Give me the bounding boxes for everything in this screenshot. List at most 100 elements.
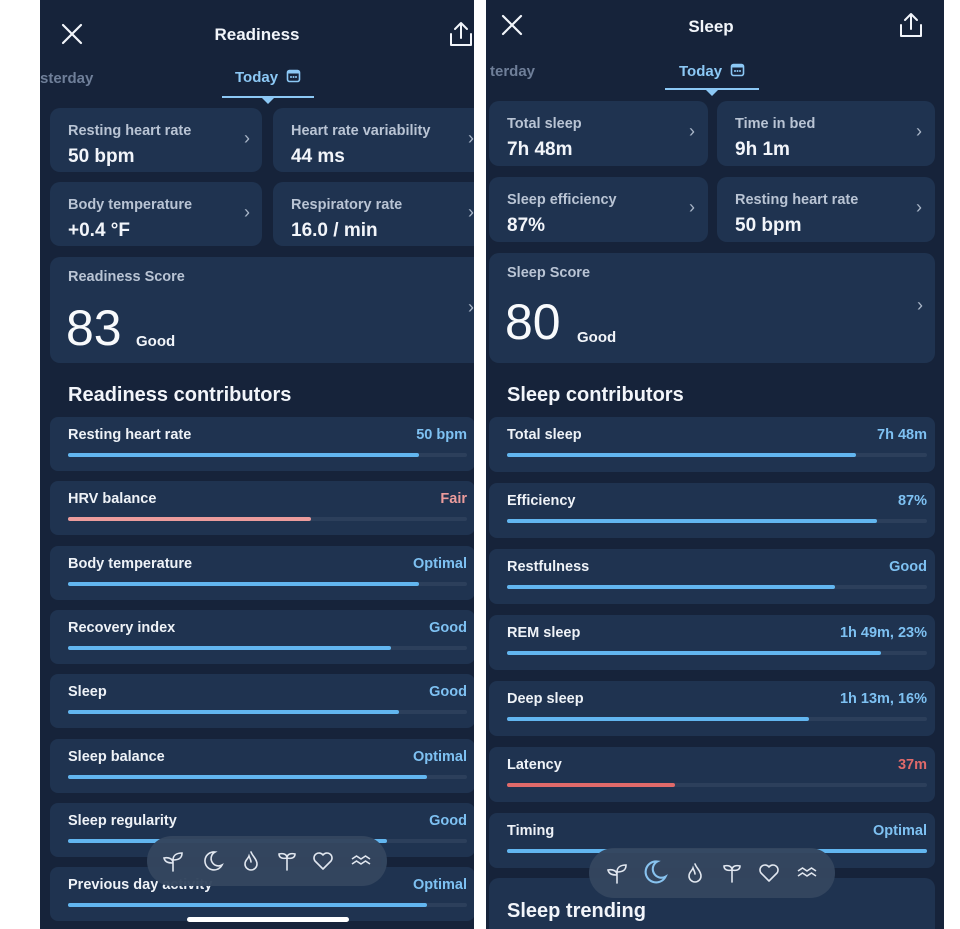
nav-activity[interactable] [239,849,263,878]
contributor-status: 50 bpm [416,427,467,443]
share-button[interactable] [448,20,474,48]
nav-readiness[interactable] [161,849,185,878]
contributor-row[interactable]: Sleep balance Optimal [50,738,474,793]
metric-card-hrv[interactable]: Heart rate variability 44 ms › [273,108,474,172]
waves-icon [351,855,371,865]
metric-label: Resting heart rate [68,123,192,139]
contributor-status: Good [429,812,467,829]
nav-stress[interactable] [349,849,373,878]
contributor-row[interactable]: Deep sleep 1h 13m, 16% [489,681,935,736]
contributor-progress-fill [507,717,810,721]
home-indicator[interactable] [187,917,349,922]
contributor-status: 1h 49m, 23% [839,625,927,641]
waves-icon [797,867,817,877]
metric-label: Respiratory rate [291,197,403,213]
close-icon [501,14,523,36]
tab-yesterday[interactable]: sterday [40,70,93,87]
metric-label: Sleep efficiency [507,192,617,208]
nav-sleep[interactable] [201,849,225,878]
contributor-row[interactable]: REM sleep 1h 49m, 23% [489,615,935,670]
nav-resilience[interactable] [720,861,744,890]
contributor-status: 37m [897,757,927,773]
contributor-progress-track [68,645,467,650]
contributor-row[interactable]: Efficiency 87% [489,483,935,538]
contributor-row[interactable]: Sleep Good [50,674,474,729]
contributor-row[interactable]: Restfulness Good [489,549,935,604]
metric-card-total-sleep[interactable]: Total sleep 7h 48m › [489,101,708,166]
tab-today[interactable]: Today [679,62,745,81]
chevron-right-icon: › [917,295,923,315]
contributor-row[interactable]: Total sleep 7h 48m [489,417,935,472]
sleep-trending-heading: Sleep trending [507,900,646,922]
contributor-progress-track [68,774,467,779]
contributor-progress-fill [507,453,856,457]
contributor-name: Deep sleep [507,691,584,707]
contributor-progress-fill [68,903,428,908]
chevron-right-icon: › [244,202,250,222]
metric-card-body-temperature[interactable]: Body temperature +0.4 °F › [50,182,262,246]
metric-card-time-in-bed[interactable]: Time in bed 9h 1m › [717,101,935,166]
readiness-score-card[interactable]: Readiness Score 83 Good › [50,257,474,363]
contributor-progress-fill [507,585,835,589]
sleep-screen: Sleep terday Today Total sleep 7h 48m › … [486,0,944,929]
sprout-icon [607,864,627,884]
metric-label: Heart rate variability [291,123,431,139]
nav-heart[interactable] [757,861,781,890]
nav-activity[interactable] [683,861,707,890]
contributor-progress-fill [68,645,392,650]
chevron-right-icon: › [244,128,250,148]
contributors-heading: Readiness contributors [68,384,292,406]
metric-value: 50 bpm [68,146,135,167]
sleep-score-card[interactable]: Sleep Score 80 Good › [489,253,935,363]
tab-today-label: Today [679,63,723,80]
chevron-right-icon: › [468,128,474,148]
moon-icon [204,851,224,871]
metric-card-sleep-efficiency[interactable]: Sleep efficiency 87% › [489,177,708,242]
nav-stress[interactable] [795,861,819,890]
flame-icon [244,851,258,871]
contributor-progress-track [507,783,927,787]
contributor-row[interactable]: Recovery index Good [50,609,474,664]
close-button[interactable] [60,22,84,46]
share-icon [900,13,922,37]
tab-today-label: Today [235,69,279,86]
contributor-progress-track [507,651,927,655]
score-rating: Good [136,333,176,350]
contributor-status: Optimal [413,748,467,765]
metric-card-respiratory-rate[interactable]: Respiratory rate 16.0 / min › [273,182,474,246]
contributor-status: Fair [440,491,467,508]
calendar-icon [730,63,744,77]
metric-card-resting-heart-rate[interactable]: Resting heart rate 50 bpm › [717,177,935,242]
close-button[interactable] [500,13,524,37]
metric-value: 9h 1m [735,139,790,160]
tab-yesterday[interactable]: terday [490,63,535,80]
contributor-row[interactable]: HRV balance Fair [50,481,474,536]
score-label: Sleep Score [507,265,591,281]
share-button[interactable] [898,11,924,39]
nav-readiness[interactable] [605,861,629,890]
contributor-progress-fill [68,453,420,457]
contributor-progress-fill [68,774,428,779]
nav-heart[interactable] [311,849,335,878]
metric-label: Body temperature [68,197,193,213]
contributor-status: Optimal [413,877,467,894]
metric-value: 87% [507,215,546,236]
contributor-status: Optimal [413,555,467,572]
chevron-right-icon: › [689,197,695,217]
contributor-progress-fill [68,517,312,522]
metric-card-resting-heart-rate[interactable]: Resting heart rate 50 bpm › [50,108,262,172]
tab-pointer [261,97,275,104]
chevron-right-icon: › [689,121,695,141]
contributor-row[interactable]: Resting heart rate 50 bpm [50,417,474,471]
nav-sleep[interactable] [641,858,669,891]
tab-today[interactable]: Today [235,68,301,87]
contributor-row[interactable]: Latency 37m [489,747,935,802]
contributor-status: Good [889,559,927,575]
nav-resilience[interactable] [275,849,299,878]
contributor-progress-track [507,717,927,721]
contributor-row[interactable]: Body temperature Optimal [50,545,474,600]
contributor-name: Restfulness [507,559,590,575]
metric-label: Resting heart rate [735,192,859,208]
readiness-screen: Readiness sterday Today Resting heart ra… [40,0,474,929]
contributor-name: HRV balance [68,491,157,508]
